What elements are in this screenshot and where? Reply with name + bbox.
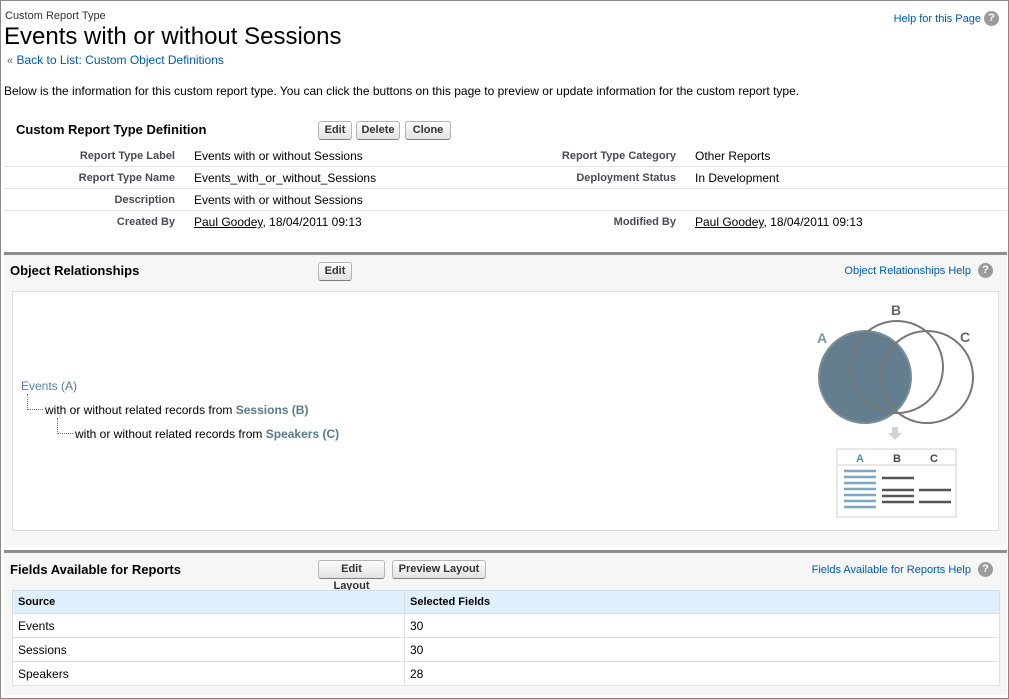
tree-events-label: Events (A)	[21, 379, 78, 393]
table-header-row: Source Selected Fields	[12, 590, 1000, 614]
cell-source: Events	[12, 613, 405, 638]
tree-speakers-object: Speakers (C)	[265, 427, 340, 441]
created-by-label: Created By	[116, 216, 175, 228]
tree-sessions-object: Sessions (B)	[235, 403, 309, 417]
report-type-name-label: Report Type Name	[78, 172, 175, 184]
arrow-down-icon	[888, 427, 902, 440]
column-header-source[interactable]: Source	[12, 590, 405, 614]
diagram-col-a: A	[856, 453, 864, 465]
table-row: Events 30	[12, 613, 1000, 638]
detail-row: Created By Paul Goodey, 18/04/2011 09:13…	[4, 211, 1007, 233]
definition-section-title: Custom Report Type Definition	[16, 122, 207, 137]
deployment-status-value: In Development	[695, 171, 780, 185]
detail-row: Report Type Name Events_with_or_without_…	[4, 167, 1007, 189]
modified-by-label: Modified By	[613, 216, 676, 228]
cell-count: 30	[404, 613, 1000, 638]
edit-layout-button[interactable]: Edit Layout	[318, 560, 385, 592]
created-by-user-link[interactable]: Paul Goodey	[194, 215, 263, 229]
page-type-label: Custom Report Type	[5, 10, 106, 22]
fields-help-icon[interactable]: ?	[978, 562, 993, 577]
relationships-section-title: Object Relationships	[10, 263, 140, 278]
preview-layout-button[interactable]: Preview Layout	[392, 560, 486, 579]
tree-node-sessions: with or without related records from Ses…	[45, 403, 308, 417]
cell-count: 28	[404, 661, 1000, 686]
description-label: Description	[114, 194, 175, 206]
fields-section-title: Fields Available for Reports	[10, 562, 181, 577]
detail-row: Report Type Label Events with or without…	[4, 145, 1007, 167]
diagram-col-b: B	[893, 453, 901, 465]
modified-by-user-link[interactable]: Paul Goodey	[695, 215, 764, 229]
tree-connector	[27, 394, 43, 410]
clone-button[interactable]: Clone	[405, 121, 451, 140]
cell-source: Speakers	[12, 661, 405, 686]
created-by-value: Paul Goodey, 18/04/2011 09:13	[194, 215, 362, 229]
delete-button[interactable]: Delete	[356, 121, 400, 140]
tree-node-events: Events (A)	[21, 379, 77, 393]
venn-label-a: A	[817, 330, 827, 346]
report-type-name-value: Events_with_or_without_Sessions	[194, 171, 377, 185]
back-to-list-link[interactable]: « Back to List: Custom Object Definition…	[7, 53, 224, 67]
report-type-category-label: Report Type Category	[561, 150, 676, 162]
diagram-col-a-lines	[844, 469, 876, 509]
fields-help-link[interactable]: Fields Available for Reports Help	[812, 564, 971, 576]
modified-by-value: Paul Goodey, 18/04/2011 09:13	[695, 215, 863, 229]
relationships-edit-button[interactable]: Edit	[318, 262, 352, 281]
modified-by-date: , 18/04/2011 09:13	[763, 215, 863, 229]
relationships-help-icon[interactable]: ?	[978, 263, 993, 278]
definition-detail-list: Report Type Label Events with or without…	[4, 145, 1007, 233]
column-header-selected-fields[interactable]: Selected Fields	[404, 590, 1000, 614]
venn-label-c: C	[960, 329, 970, 345]
intro-text: Below is the information for this custom…	[4, 84, 800, 98]
report-type-category-value: Other Reports	[695, 149, 771, 163]
deployment-status-label: Deployment Status	[576, 172, 676, 184]
table-row: Speakers 28	[12, 661, 1000, 686]
fields-table: Source Selected Fields Events 30 Session…	[12, 590, 1000, 686]
report-type-label-label: Report Type Label	[79, 150, 175, 162]
edit-button[interactable]: Edit	[318, 121, 352, 140]
relationships-help-link[interactable]: Object Relationships Help	[844, 265, 971, 277]
created-by-date: , 18/04/2011 09:13	[262, 215, 362, 229]
cell-source: Sessions	[12, 637, 405, 662]
tree-connector	[57, 418, 73, 434]
venn-circle-a	[818, 330, 912, 424]
help-for-page-link[interactable]: Help for this Page	[894, 13, 981, 25]
page-title: Events with or without Sessions	[4, 23, 342, 50]
tree-speakers-prefix: with or without related records from	[75, 427, 266, 441]
venn-label-b: B	[891, 302, 901, 318]
tree-sessions-prefix: with or without related records from	[45, 403, 236, 417]
detail-row: Description Events with or without Sessi…	[4, 189, 1007, 211]
tree-node-speakers: with or without related records from Spe…	[75, 427, 339, 441]
back-arrow-icon: «	[7, 55, 14, 67]
report-type-label-value: Events with or without Sessions	[194, 149, 363, 163]
relationship-venn-diagram: A B C A B C	[817, 302, 974, 518]
page-frame: Custom Report Type Events with or withou…	[0, 0, 1009, 699]
table-row: Sessions 30	[12, 637, 1000, 662]
description-value: Events with or without Sessions	[194, 193, 363, 207]
back-link-text[interactable]: Back to List: Custom Object Definitions	[16, 53, 223, 67]
help-icon[interactable]: ?	[984, 11, 999, 26]
diagram-col-c: C	[930, 453, 938, 465]
cell-count: 30	[404, 637, 1000, 662]
